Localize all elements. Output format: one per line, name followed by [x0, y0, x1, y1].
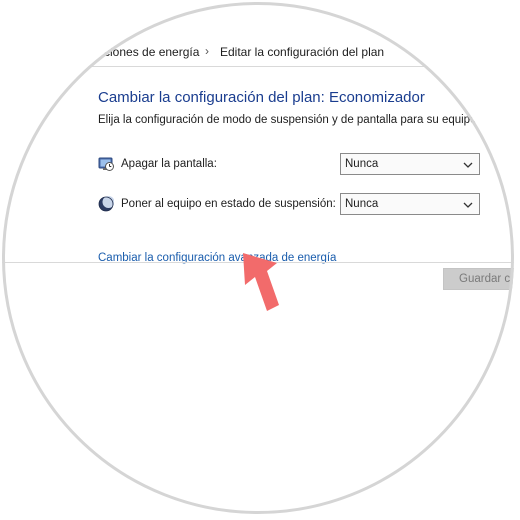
screenshot-stage: ciones de energía › Editar la configurac…	[0, 0, 520, 520]
breadcrumb-item-power-options[interactable]: ciones de energía	[104, 45, 199, 59]
control-panel-window: ciones de energía › Editar la configurac…	[2, 2, 514, 514]
display-off-select-value: Nunca	[345, 158, 379, 170]
breadcrumb-item-edit-plan[interactable]: Editar la configuración del plan	[220, 45, 384, 59]
setting-row-display-off: Apagar la pantalla: Nunca	[98, 153, 488, 177]
moon-sleep-icon	[98, 196, 115, 212]
page-title: Cambiar la configuración del plan: Econo…	[98, 89, 425, 106]
display-off-select[interactable]: Nunca	[340, 153, 480, 175]
breadcrumb: ciones de energía › Editar la configurac…	[2, 38, 514, 67]
chevron-down-icon	[463, 200, 473, 208]
pointer-arrow-icon	[243, 253, 279, 311]
sleep-select[interactable]: Nunca	[340, 193, 480, 215]
setting-row-sleep: Poner al equipo en estado de suspensión:…	[98, 193, 488, 217]
display-off-label: Apagar la pantalla:	[121, 158, 217, 170]
sleep-select-value: Nunca	[345, 198, 379, 210]
magnifier-lens: ciones de energía › Editar la configurac…	[2, 2, 514, 514]
breadcrumb-separator-icon: ›	[205, 44, 209, 58]
save-changes-button[interactable]: Guardar c	[443, 268, 514, 290]
save-changes-label: Guardar c	[459, 273, 511, 285]
page-subtitle: Elija la configuración de modo de suspen…	[98, 114, 480, 126]
chevron-down-icon	[463, 160, 473, 168]
sleep-label: Poner al equipo en estado de suspensión:	[121, 198, 336, 210]
display-clock-icon	[98, 156, 114, 172]
